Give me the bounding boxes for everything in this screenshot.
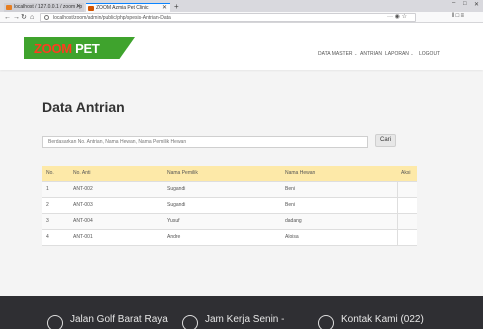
table-row: 2 ANT-003 Sugandi Beni — [42, 196, 417, 213]
site-header: ZOOM PET CLINIC DATA MASTER ⌄ ANTRIAN LA… — [0, 24, 483, 70]
cell-no: 2 — [42, 196, 69, 213]
table-row: 4 ANT-001 Andre Aloisa — [42, 228, 417, 246]
cell-aksi — [396, 228, 417, 246]
url-text: localhost/zoom/admin/public/php/spesis-A… — [53, 15, 171, 21]
close-tab-icon[interactable]: ✕ — [76, 3, 81, 12]
cell-aksi — [396, 180, 417, 197]
favicon-icon — [6, 5, 12, 10]
clock-icon — [182, 315, 198, 329]
cell-antrian: ANT-003 — [69, 196, 163, 213]
page-actions-icon[interactable]: ··· ◉ ☆ — [387, 13, 407, 20]
address-bar[interactable]: localhost/zoom/admin/public/php/spesis-A… — [40, 13, 416, 22]
tab-label: ZOOM Azmia Pet Clinic — [96, 5, 149, 11]
map-pin-icon — [47, 315, 63, 329]
cell-hewan: Aloisa — [281, 228, 397, 246]
search-input[interactable]: Berdasarkan No. Antrian, Nama Hewan, Nam… — [42, 136, 368, 148]
chevron-down-icon: ⌄ — [353, 51, 358, 56]
new-tab-icon[interactable]: + — [174, 2, 179, 11]
cell-no: 4 — [42, 228, 69, 246]
queue-table: No. No. Anti Nama Pemilik Nama Hewan Aks… — [42, 166, 417, 246]
table-row: 1 ANT-002 Sugandi Beni — [42, 180, 417, 197]
reload-icon[interactable]: ↻ — [21, 13, 27, 22]
cell-antrian: ANT-002 — [69, 180, 163, 197]
cell-no: 3 — [42, 212, 69, 229]
phone-icon — [318, 315, 334, 329]
menu-label: LOGOUT — [419, 51, 441, 57]
close-tab-icon[interactable]: ✕ — [162, 4, 167, 12]
menu-label: ANTRIAN — [360, 51, 382, 57]
menu-antrian[interactable]: ANTRIAN — [360, 51, 382, 57]
tab-label: localhost / 127.0.0.1 / zoom / p — [14, 4, 83, 10]
header-no: No. — [46, 170, 54, 177]
menu-label: LAPORAN — [385, 51, 409, 57]
header-nama-hewan: Nama Hewan — [285, 170, 316, 177]
minimize-icon[interactable]: – — [452, 0, 455, 6]
browser-tab-bar: localhost / 127.0.0.1 / zoom / p ✕ ZOOM … — [0, 0, 483, 12]
browser-tab-pet-clinic[interactable]: ZOOM Azmia Pet Clinic ✕ — [86, 3, 170, 12]
info-icon[interactable] — [44, 15, 49, 20]
cell-antrian: ANT-004 — [69, 212, 163, 229]
cell-hewan: Beni — [281, 196, 397, 213]
footer-address: Jalan Golf Barat Raya — [70, 314, 168, 325]
menu-laporan[interactable]: LAPORAN ⌄ — [385, 51, 414, 57]
cell-aksi — [396, 196, 417, 213]
cell-pemilik: Sugandi — [163, 196, 281, 213]
cell-hewan: dadang — [281, 212, 397, 229]
cell-pemilik: Sugandi — [163, 180, 281, 197]
library-icon[interactable]: ‖ □ ≡ — [452, 13, 464, 19]
back-arrow-icon[interactable]: ← — [4, 13, 11, 22]
table-header-row: No. No. Anti Nama Pemilik Nama Hewan Aks… — [42, 166, 417, 181]
cell-hewan: Beni — [281, 180, 397, 197]
cell-antrian: ANT-001 — [69, 228, 163, 246]
chevron-down-icon: ⌄ — [410, 51, 414, 56]
page-title: Data Antrian — [42, 99, 125, 115]
favicon-icon — [88, 6, 94, 11]
home-icon[interactable]: ⌂ — [30, 13, 34, 22]
maximize-icon[interactable]: □ — [463, 1, 467, 7]
search-button[interactable]: Cari — [375, 134, 396, 147]
cell-no: 1 — [42, 180, 69, 197]
cell-pemilik: Andre — [163, 228, 281, 246]
cell-pemilik: Yusuf — [163, 212, 281, 229]
forward-arrow-icon[interactable]: → — [13, 13, 20, 22]
header-no-antrian: No. Anti — [73, 170, 91, 177]
menu-label: DATA MASTER — [318, 51, 353, 57]
site-footer: Jalan Golf Barat Raya Jam Kerja Senin - … — [0, 296, 483, 329]
menu-data-master[interactable]: DATA MASTER ⌄ — [318, 51, 357, 57]
browser-nav-bar: ← → ↻ ⌂ localhost/zoom/admin/public/php/… — [0, 12, 483, 23]
footer-hours: Jam Kerja Senin - — [205, 314, 285, 325]
header-nama-pemilik: Nama Pemilik — [167, 170, 198, 177]
menu-logout[interactable]: LOGOUT — [419, 51, 440, 57]
brand-logo[interactable]: ZOOM PET CLINIC — [24, 37, 135, 59]
web-page: ZOOM PET CLINIC DATA MASTER ⌄ ANTRIAN LA… — [0, 24, 483, 329]
brand-zoom: ZOOM — [34, 41, 72, 56]
browser-tab-phpmyadmin[interactable]: localhost / 127.0.0.1 / zoom / p ✕ — [4, 3, 84, 12]
footer-contact: Kontak Kami (022) — [341, 314, 424, 325]
cell-aksi — [396, 212, 417, 229]
table-row: 3 ANT-004 Yusuf dadang — [42, 212, 417, 229]
close-window-icon[interactable]: ✕ — [474, 1, 479, 8]
header-aksi: Aksi — [401, 170, 411, 177]
